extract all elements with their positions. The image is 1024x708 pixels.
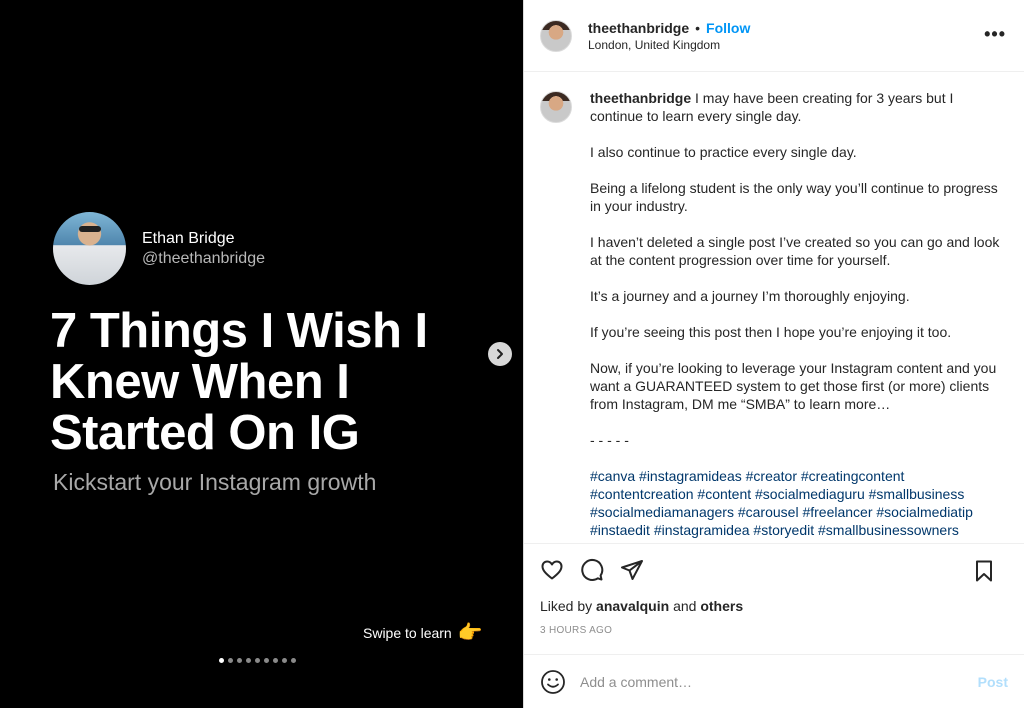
slide-dot — [264, 658, 269, 663]
slide-indicator — [219, 658, 296, 663]
pointing-hand-icon: 👉 — [457, 622, 483, 644]
post-location[interactable]: London, United Kingdom — [588, 38, 750, 52]
likes-prefix: Liked by — [540, 598, 593, 614]
post-modal: Ethan Bridge @theethanbridge 7 Things I … — [0, 0, 1024, 708]
caption-username[interactable]: theethanbridge — [590, 90, 691, 106]
slide-dot — [228, 658, 233, 663]
chevron-right-icon — [497, 349, 503, 359]
slide-subline: Kickstart your Instagram growth — [53, 469, 377, 495]
comment-bubble-icon — [581, 559, 604, 581]
slide-dot — [246, 658, 251, 663]
caption-paragraph: Being a lifelong student is the only way… — [590, 180, 998, 214]
slide-author-photo — [53, 212, 126, 285]
post-header: theethanbridge • Follow London, United K… — [524, 0, 1024, 72]
comment-button[interactable] — [578, 556, 606, 584]
slide-headline: 7 Things I Wish I Knew When I Started On… — [50, 304, 428, 460]
comment-composer: Post — [524, 654, 1024, 708]
follow-button[interactable]: Follow — [706, 20, 750, 36]
action-bar — [524, 543, 1024, 596]
post-timestamp[interactable]: 3 HOURS AGO — [540, 625, 612, 636]
slide-dot — [273, 658, 278, 663]
caption-hashtags[interactable]: #canva #instagramideas #creator #creatin… — [590, 467, 1000, 539]
slide-dot — [237, 658, 242, 663]
slide-dot — [219, 658, 224, 663]
slide-author-name: Ethan Bridge — [142, 229, 235, 247]
paper-plane-icon — [621, 560, 643, 580]
slide-author: Ethan Bridge @theethanbridge — [53, 212, 265, 285]
caption-paragraph: - - - - - — [590, 432, 629, 448]
post-caption: theethanbridge I may have been creating … — [590, 89, 1000, 543]
like-button[interactable] — [538, 556, 566, 584]
emoji-icon[interactable] — [540, 669, 566, 695]
likes-conj: and — [673, 598, 697, 614]
author-avatar[interactable] — [540, 19, 572, 52]
swipe-hint: Swipe to learn 👉 — [363, 620, 483, 645]
slide-author-handle: @theethanbridge — [142, 249, 265, 267]
slide-dot — [255, 658, 260, 663]
caption-paragraph: I haven’t deleted a single post I’ve cre… — [590, 234, 1000, 268]
heart-icon — [541, 560, 563, 580]
header-separator: • — [695, 19, 701, 36]
bookmark-icon — [976, 560, 992, 582]
more-options-icon[interactable]: ••• — [984, 24, 1006, 45]
caption-paragraph: Now, if you’re looking to leverage your … — [590, 360, 997, 412]
share-button[interactable] — [618, 556, 646, 584]
caption-paragraph: I also continue to practice every single… — [590, 144, 857, 160]
save-button[interactable] — [970, 557, 998, 585]
next-slide-button[interactable] — [488, 342, 512, 366]
post-sidebar: theethanbridge • Follow London, United K… — [523, 0, 1024, 708]
slide-dot — [291, 658, 296, 663]
caption-author-avatar[interactable] — [540, 91, 572, 123]
caption-paragraph: If you’re seeing this post then I hope y… — [590, 324, 952, 340]
likes-user-link[interactable]: anavalquin — [596, 598, 669, 614]
author-username[interactable]: theethanbridge — [588, 20, 689, 36]
likes-others-link[interactable]: others — [700, 598, 743, 614]
post-media[interactable]: Ethan Bridge @theethanbridge 7 Things I … — [0, 0, 523, 708]
caption-paragraph: It’s a journey and a journey I’m thoroug… — [590, 288, 910, 304]
slide-dot — [282, 658, 287, 663]
likes-summary: Liked by anavalquin and others — [540, 598, 743, 614]
comment-input[interactable] — [580, 673, 960, 690]
swipe-hint-label: Swipe to learn — [363, 624, 452, 641]
post-comment-button[interactable]: Post — [978, 674, 1008, 690]
caption-area[interactable]: theethanbridge I may have been creating … — [524, 73, 1024, 543]
